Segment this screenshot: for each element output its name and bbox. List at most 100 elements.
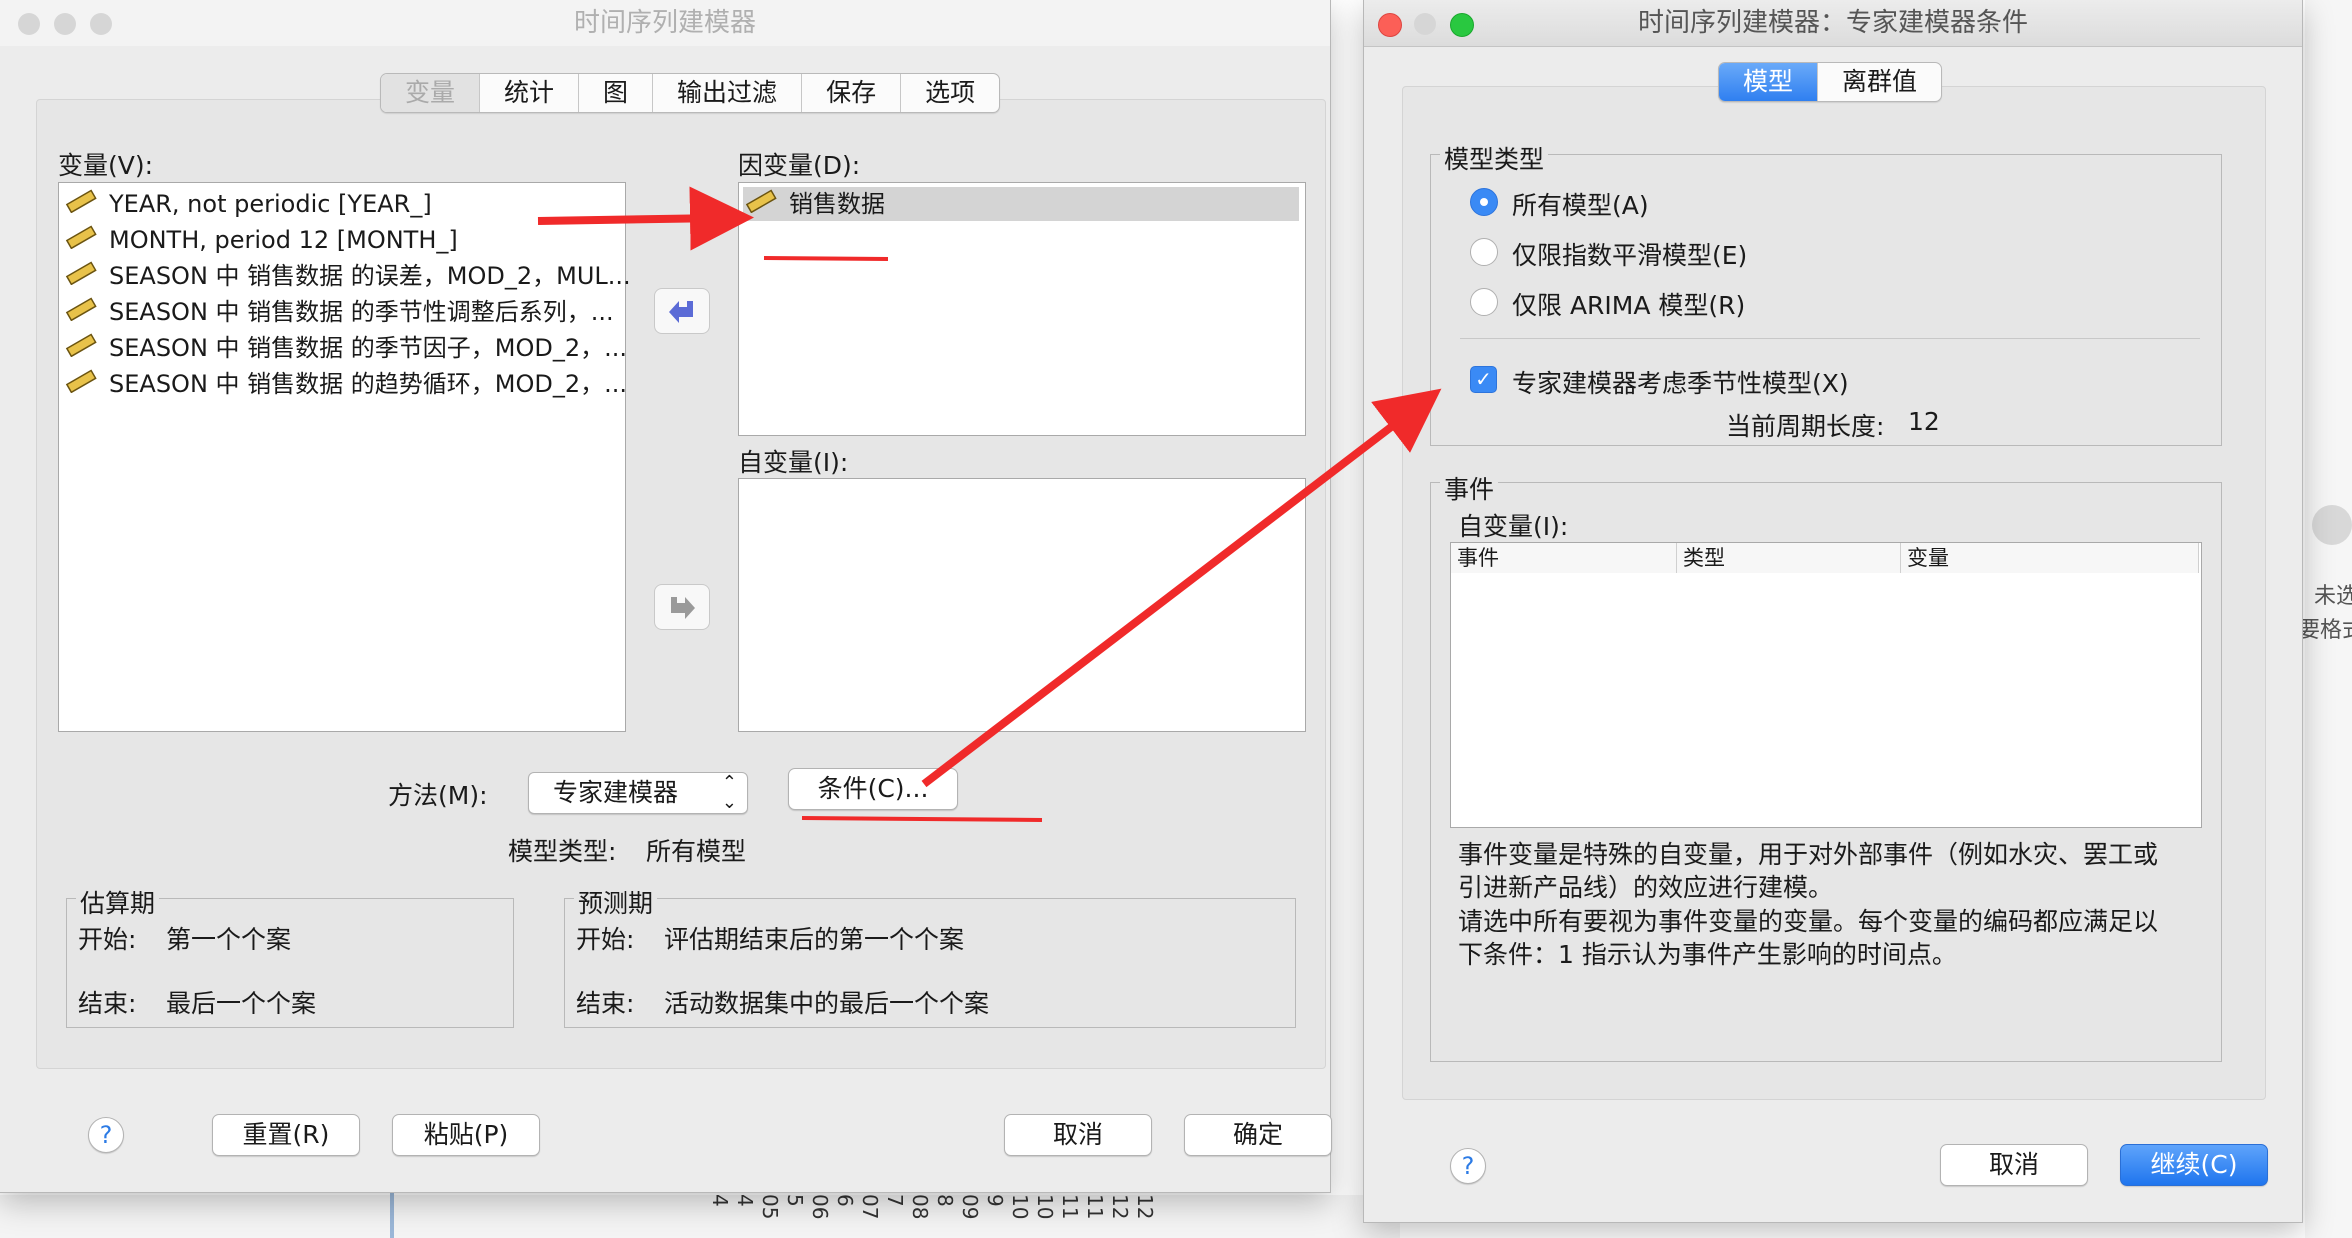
main-window: 时间序列建模器 变量 统计 图 输出过滤 保存 选项 变量(V): YEAR, …	[0, 0, 1332, 1192]
scale-ruler-icon	[745, 188, 777, 222]
criteria-window-titlebar[interactable]: 时间序列建模器：专家建模器条件	[1364, 0, 2302, 47]
radio-arima[interactable]	[1470, 288, 1498, 316]
background-tick: 09	[958, 1194, 982, 1220]
events-description-line: 下条件：1 指示认为事件产生影响的时间点。	[1458, 940, 1957, 969]
dependent-variable-label: 销售数据	[789, 190, 885, 218]
list-item[interactable]: SEASON 中 销售数据 的误差，MOD_2，MUL...	[65, 259, 631, 293]
table-header-event[interactable]: 事件	[1451, 543, 1677, 573]
background-sheet	[0, 1195, 1400, 1238]
divider	[1460, 338, 2200, 339]
ok-button[interactable]: 确定	[1184, 1114, 1332, 1156]
minimize-icon[interactable]	[1414, 13, 1436, 35]
scale-ruler-icon	[65, 368, 97, 402]
help-button[interactable]: ?	[88, 1117, 124, 1153]
events-description-line: 引进新产品线）的效应进行建模。	[1458, 873, 1834, 902]
cancel-button[interactable]: 取消	[1940, 1144, 2088, 1186]
variable-label: SEASON 中 销售数据 的误差，MOD_2，MUL...	[109, 262, 631, 290]
scale-ruler-icon	[65, 188, 97, 222]
background-tick: 08	[908, 1194, 932, 1220]
variable-label: SEASON 中 销售数据 的季节性调整后系列，...	[109, 298, 614, 326]
cancel-button[interactable]: 取消	[1004, 1114, 1152, 1156]
method-select-value: 专家建模器	[553, 778, 679, 807]
arrow-right-icon	[671, 597, 695, 619]
chevron-updown-icon: ⌃ ⌄	[721, 772, 737, 813]
tab-variables[interactable]: 变量	[381, 74, 481, 112]
move-to-independent-button[interactable]	[654, 584, 710, 630]
variable-label: SEASON 中 销售数据 的趋势循环，MOD_2，...	[109, 370, 628, 398]
background-gear-icon	[2312, 505, 2352, 545]
background-tick: 7	[883, 1194, 907, 1207]
help-button[interactable]: ?	[1450, 1148, 1486, 1184]
background-tick: 07	[858, 1194, 882, 1220]
zoom-icon[interactable]	[90, 13, 112, 35]
continue-button[interactable]: 继续(C)	[2120, 1144, 2268, 1186]
zoom-icon[interactable]	[1450, 13, 1474, 37]
forecast-end-value: 活动数据集中的最后一个个案	[664, 989, 990, 1018]
main-window-titlebar[interactable]: 时间序列建模器	[0, 0, 1330, 46]
background-tick: 4	[733, 1194, 757, 1207]
list-item[interactable]: 销售数据	[745, 187, 885, 221]
dependent-list[interactable]: 销售数据	[738, 182, 1306, 436]
model-type-group-title: 模型类型	[1440, 140, 1549, 176]
list-item[interactable]: SEASON 中 销售数据 的季节因子，MOD_2，...	[65, 331, 627, 365]
independent-list[interactable]	[738, 478, 1306, 732]
forecast-end-label: 结束:	[576, 989, 635, 1018]
forecast-start-label: 开始:	[576, 925, 635, 954]
model-type-value: 所有模型	[646, 837, 747, 866]
background-tick: 6	[833, 1194, 857, 1207]
tab-outliers[interactable]: 离群值	[1818, 63, 1941, 101]
tab-statistics[interactable]: 统计	[480, 74, 580, 112]
radio-exponential-smoothing-label: 仅限指数平滑模型(E)	[1512, 241, 1748, 270]
independent-label: 自变量(I):	[738, 448, 849, 477]
background-tick: 12	[1108, 1194, 1132, 1220]
table-header-type[interactable]: 类型	[1677, 543, 1901, 573]
background-tick: 05	[758, 1194, 782, 1220]
tab-model[interactable]: 模型	[1719, 63, 1819, 101]
background-tick: 10	[1033, 1194, 1057, 1220]
forecast-period-title: 预测期	[574, 884, 658, 920]
table-header-variable[interactable]: 变量	[1901, 543, 2199, 573]
estimation-end-value: 最后一个个案	[166, 989, 317, 1018]
tab-options[interactable]: 选项	[901, 74, 999, 112]
background-text: 要格式	[2298, 618, 2352, 643]
current-period-value: 12	[1908, 407, 1940, 436]
close-icon[interactable]	[18, 13, 40, 35]
estimation-start-value: 第一个个案	[166, 925, 292, 954]
events-description-line: 事件变量是特殊的自变量，用于对外部事件（例如水灾、罢工或	[1458, 840, 2159, 869]
list-item[interactable]: SEASON 中 销售数据 的趋势循环，MOD_2，...	[65, 367, 627, 401]
tab-output-filter[interactable]: 输出过滤	[653, 74, 803, 112]
minimize-icon[interactable]	[54, 13, 76, 35]
scale-ruler-icon	[65, 224, 97, 258]
list-item[interactable]: SEASON 中 销售数据 的季节性调整后系列，...	[65, 295, 614, 329]
background-tick: 10	[1008, 1194, 1032, 1220]
model-type-label: 模型类型:	[508, 837, 617, 866]
radio-exponential-smoothing[interactable]	[1470, 238, 1498, 266]
method-label: 方法(M):	[388, 781, 488, 810]
radio-all-models-label: 所有模型(A)	[1512, 191, 1649, 220]
events-description-line: 请选中所有要视为事件变量的变量。每个变量的编码都应满足以	[1458, 907, 2159, 936]
paste-button[interactable]: 粘贴(P)	[392, 1114, 540, 1156]
forecast-start-value: 评估期结束后的第一个个案	[664, 925, 965, 954]
estimation-end-label: 结束:	[78, 989, 137, 1018]
move-back-button[interactable]	[654, 288, 710, 334]
background-tick: 12	[1133, 1194, 1157, 1220]
variables-list[interactable]: YEAR, not periodic [YEAR_] MONTH, period…	[58, 182, 631, 732]
tab-plots[interactable]: 图	[579, 74, 654, 112]
criteria-button[interactable]: 条件(C)...	[788, 768, 958, 810]
seasonal-checkbox-label: 专家建模器考虑季节性模型(X)	[1512, 369, 1849, 398]
estimation-start-label: 开始:	[78, 925, 137, 954]
close-icon[interactable]	[1378, 13, 1402, 37]
events-table[interactable]: 事件 类型 变量	[1450, 542, 2202, 828]
reset-button[interactable]: 重置(R)	[212, 1114, 360, 1156]
variable-label: SEASON 中 销售数据 的季节因子，MOD_2，...	[109, 334, 628, 362]
radio-all-models[interactable]	[1470, 188, 1498, 216]
scale-ruler-icon	[65, 260, 97, 294]
list-item[interactable]: MONTH, period 12 [MONTH_]	[65, 223, 458, 257]
variable-label: MONTH, period 12 [MONTH_]	[109, 226, 458, 254]
tab-save[interactable]: 保存	[802, 74, 902, 112]
list-item[interactable]: YEAR, not periodic [YEAR_]	[65, 187, 432, 221]
background-text: 未选	[2314, 584, 2352, 609]
method-select[interactable]: 专家建模器 ⌃ ⌄	[528, 772, 748, 814]
seasonal-checkbox[interactable]: ✓	[1470, 366, 1497, 393]
variables-label: 变量(V):	[58, 151, 154, 180]
